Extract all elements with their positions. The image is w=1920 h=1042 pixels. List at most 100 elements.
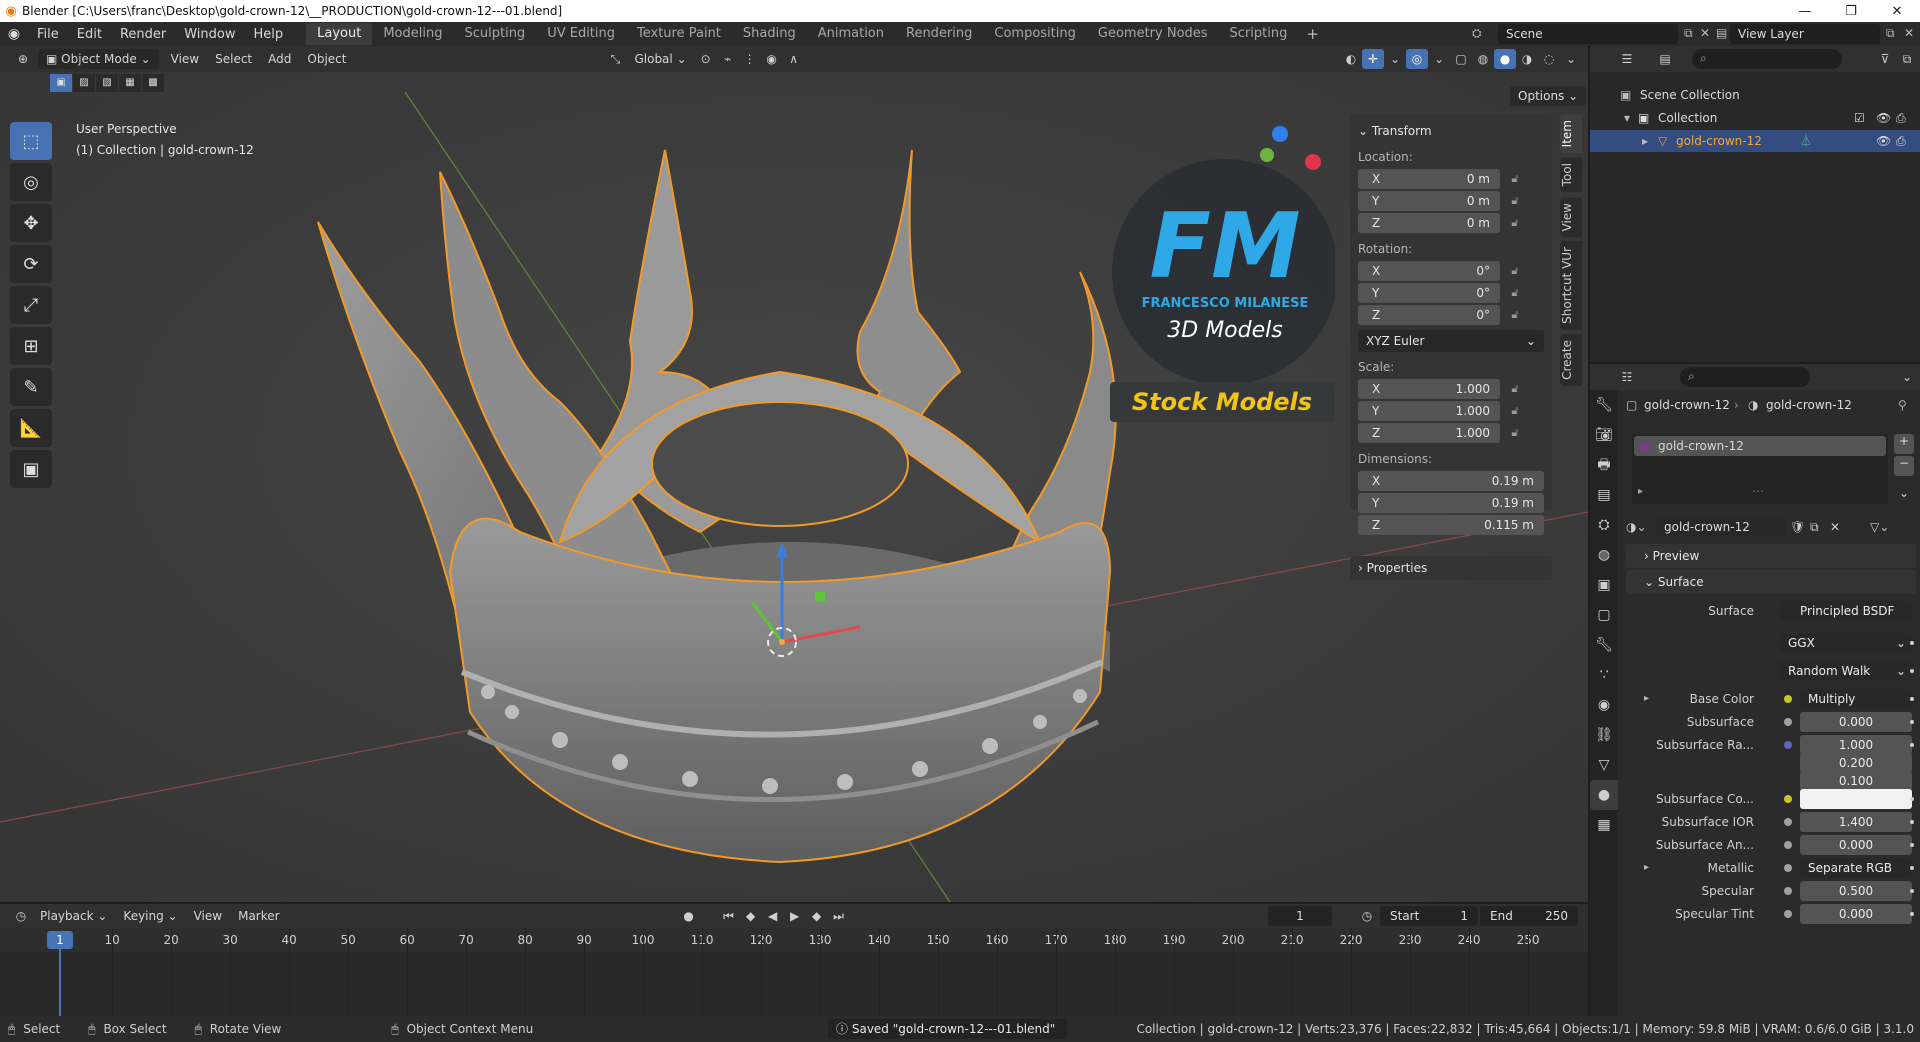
duplicate-material-icon[interactable]: ⧉ — [1810, 516, 1819, 538]
menu-file[interactable]: File — [28, 27, 68, 42]
sidebar-tab-item[interactable]: Item — [1560, 114, 1582, 154]
socket-icon[interactable] — [1784, 864, 1792, 872]
display-mode-icon[interactable]: ▤ — [1654, 49, 1676, 69]
menu-object[interactable]: Object — [299, 49, 354, 69]
material-slot-row[interactable]: gold-crown-12 — [1634, 436, 1886, 456]
dimensions-x-field[interactable]: X 0.19 m — [1358, 471, 1544, 491]
socket-icon[interactable] — [1784, 818, 1792, 826]
scale-y-field[interactable]: Y 1.000 — [1358, 401, 1500, 421]
minimize-button[interactable]: — — [1782, 4, 1828, 19]
keyframe-dot-icon[interactable] — [1910, 697, 1914, 701]
current-frame-field[interactable]: 1 — [1268, 906, 1332, 926]
jump-end-icon[interactable]: ⏭ — [828, 906, 850, 926]
render-tab-icon[interactable]: 📷︎ — [1590, 420, 1618, 450]
object-tab-icon[interactable]: ▢ — [1590, 600, 1618, 630]
rotation-y-field[interactable]: Y 0° — [1358, 283, 1500, 303]
keyframe-dot-icon[interactable] — [1910, 820, 1914, 824]
socket-icon[interactable] — [1784, 887, 1792, 895]
location-x-field[interactable]: X 0 m — [1358, 169, 1500, 189]
rotate-tool-icon[interactable]: ⟳ — [10, 245, 52, 283]
menu-edit[interactable]: Edit — [68, 27, 111, 42]
camera-icon[interactable]: ⎙ — [1896, 130, 1906, 152]
close-button[interactable]: ✕ — [1874, 4, 1920, 19]
unlink-material-icon[interactable]: ✕ — [1830, 516, 1840, 538]
play-reverse-icon[interactable]: ◀ — [762, 906, 784, 926]
workspace-tab-uv-editing[interactable]: UV Editing — [536, 23, 626, 45]
workspace-tab-shading[interactable]: Shading — [732, 23, 807, 45]
workspace-tab-scripting[interactable]: Scripting — [1219, 23, 1299, 45]
dimensions-y-field[interactable]: Y 0.19 m — [1358, 493, 1544, 513]
socket-icon[interactable] — [1784, 910, 1792, 918]
outliner-scene-collection[interactable]: ▣ Scene Collection — [1590, 84, 1920, 106]
workspace-tab-texture-paint[interactable]: Texture Paint — [626, 23, 732, 45]
sidebar-tab-shortcut[interactable]: Shortcut VUr — [1560, 241, 1582, 330]
socket-icon[interactable] — [1784, 718, 1792, 726]
shader-input-field[interactable]: Multiply — [1800, 689, 1912, 709]
playback-menu[interactable]: Playback ⌄ — [32, 906, 115, 926]
rotation-mode-dropdown[interactable]: XYZ Euler ⌄ — [1358, 330, 1544, 352]
distribution-dropdown[interactable]: GGX ⌄ — [1780, 633, 1912, 653]
keyframe-dot-icon[interactable] — [1910, 720, 1914, 724]
view-layer-icon[interactable]: ▤ — [1716, 26, 1727, 40]
current-frame-marker[interactable]: 1 — [47, 931, 73, 949]
overlays-dropdown-icon[interactable]: ⌄ — [1428, 49, 1450, 69]
workspace-tab-rendering[interactable]: Rendering — [895, 23, 983, 45]
record-icon[interactable]: ● — [678, 906, 700, 926]
properties-editor-type-icon[interactable]: ☷ — [1616, 367, 1638, 387]
menu-add[interactable]: Add — [260, 49, 299, 69]
view-layer-tab-icon[interactable]: ▤ — [1590, 480, 1618, 510]
gizmo-toggle-icon[interactable]: ✛ — [1362, 49, 1384, 69]
transform-tool-icon[interactable]: ⊞ — [10, 327, 52, 365]
material-name-field[interactable]: gold-crown-12 — [1656, 517, 1786, 537]
overlays-toggle-icon[interactable]: ◎ — [1406, 49, 1428, 69]
select-mode-extend[interactable]: ▨ — [73, 74, 95, 92]
visibility-icon[interactable]: ◐ — [1340, 49, 1362, 69]
timeline-view-menu[interactable]: View — [186, 906, 230, 926]
keyframe-dot-icon[interactable] — [1910, 797, 1914, 801]
location-y-field[interactable]: Y 0 m — [1358, 191, 1500, 211]
shader-input-field[interactable]: 0.000 — [1800, 712, 1912, 732]
menu-select[interactable]: Select — [207, 49, 260, 69]
shader-input-field[interactable]: 0.000 — [1800, 904, 1912, 924]
select-mode-intersect[interactable]: ▩ — [142, 74, 164, 92]
jump-start-icon[interactable]: ⏮ — [718, 906, 740, 926]
marker-menu[interactable]: Marker — [230, 906, 287, 926]
menu-window[interactable]: Window — [175, 27, 244, 42]
select-mode-subtract[interactable]: ▧ — [96, 74, 118, 92]
lock-icon[interactable]: 🔓︎ — [1500, 172, 1530, 186]
rotation-z-field[interactable]: Z 0° — [1358, 305, 1500, 325]
expand-icon[interactable]: ▸ — [1644, 857, 1649, 879]
material-shading-icon[interactable]: ◑ — [1516, 49, 1538, 69]
rendered-shading-icon[interactable]: ◌ — [1538, 49, 1560, 69]
snap-toggle-icon[interactable]: ⌁ — [717, 49, 739, 69]
preview-range-icon[interactable]: ◷ — [1356, 906, 1378, 926]
properties-options-icon[interactable]: ⌄ — [1896, 367, 1918, 387]
proportional-edit-icon[interactable]: ◉ — [761, 49, 783, 69]
workspace-tab-sculpting[interactable]: Sculpting — [453, 23, 536, 45]
keyframe-dot-icon[interactable] — [1910, 641, 1914, 645]
data-tab-icon[interactable]: ▽ — [1590, 750, 1618, 780]
shader-input-field[interactable]: 1.400 — [1800, 812, 1912, 832]
lock-icon[interactable]: 🔓︎ — [1500, 194, 1530, 208]
add-cube-tool-icon[interactable]: ▣ — [10, 450, 52, 488]
slot-specials-icon[interactable]: ⌄ — [1894, 486, 1914, 506]
scene-selector-icon[interactable]: ⛭ — [1472, 26, 1482, 41]
new-view-layer-icon[interactable]: ⧉ — [1886, 26, 1895, 41]
frame-ruler[interactable]: 1102030405060708090100110120130140150160… — [0, 928, 1588, 952]
new-scene-icon[interactable]: ⧉ — [1684, 26, 1693, 41]
lock-icon[interactable]: 🔓︎ — [1500, 426, 1530, 440]
lock-icon[interactable]: 🔓︎ — [1500, 308, 1530, 322]
checkbox-icon[interactable]: ☑ — [1854, 107, 1865, 129]
socket-icon[interactable] — [1784, 795, 1792, 803]
tool-tab-icon[interactable]: 🔧︎ — [1590, 390, 1618, 420]
lock-icon[interactable]: 🔓︎ — [1500, 286, 1530, 300]
measure-tool-icon[interactable]: 📐 — [10, 409, 52, 447]
socket-icon[interactable] — [1784, 695, 1792, 703]
falloff-icon[interactable]: ∧ — [783, 49, 805, 69]
timeline-area[interactable]: 1102030405060708090100110120130140150160… — [0, 928, 1588, 1024]
subsurface-method-dropdown[interactable]: Random Walk ⌄ — [1780, 661, 1912, 681]
texture-tab-icon[interactable]: ▦ — [1590, 810, 1618, 840]
outliner-collection[interactable]: ▾ ▣ Collection ☑ 👁︎ ⎙ — [1590, 107, 1920, 129]
location-z-field[interactable]: Z 0 m — [1358, 213, 1500, 233]
move-tool-icon[interactable]: ✥ — [10, 204, 52, 242]
